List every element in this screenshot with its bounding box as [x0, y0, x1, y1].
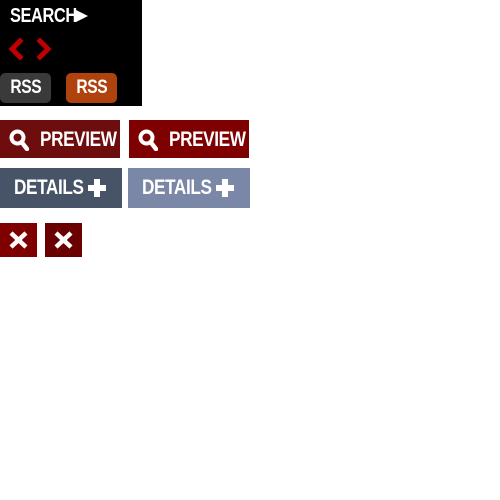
close-button[interactable]	[0, 223, 37, 257]
plus-icon	[216, 179, 234, 197]
chevron-right-icon	[36, 37, 52, 61]
play-triangle-icon	[76, 10, 88, 22]
preview-button-hover[interactable]: PREVIEW	[129, 120, 249, 158]
preview-button[interactable]: PREVIEW	[0, 120, 120, 158]
close-icon	[54, 231, 73, 249]
magnifier-icon	[9, 129, 29, 151]
next-arrow-button[interactable]	[35, 37, 53, 61]
rss-button-dark[interactable]: RSS	[0, 73, 51, 103]
preview-label: PREVIEW	[169, 128, 246, 151]
plus-icon	[88, 179, 106, 197]
search-button[interactable]: SEARCH	[10, 3, 91, 29]
dark-panel: SEARCH RSS RSS	[0, 0, 142, 106]
details-button[interactable]: DETAILS	[0, 168, 122, 208]
rss-button-orange[interactable]: RSS	[66, 73, 117, 103]
previous-arrow-button[interactable]	[7, 37, 25, 61]
magnifier-icon	[138, 129, 158, 151]
details-label: DETAILS	[142, 176, 212, 199]
close-icon	[9, 231, 28, 249]
chevron-left-icon	[8, 37, 24, 61]
rss-label: RSS	[76, 77, 107, 98]
button-sprite-sheet: SEARCH RSS RSS PREVIEW PREVIEW DETAILS D…	[0, 0, 500, 500]
preview-label: PREVIEW	[40, 128, 117, 151]
details-label: DETAILS	[14, 176, 84, 199]
search-label: SEARCH	[10, 4, 77, 27]
close-button-hover[interactable]	[45, 223, 82, 257]
rss-label: RSS	[10, 77, 41, 98]
details-button-hover[interactable]: DETAILS	[128, 168, 250, 208]
